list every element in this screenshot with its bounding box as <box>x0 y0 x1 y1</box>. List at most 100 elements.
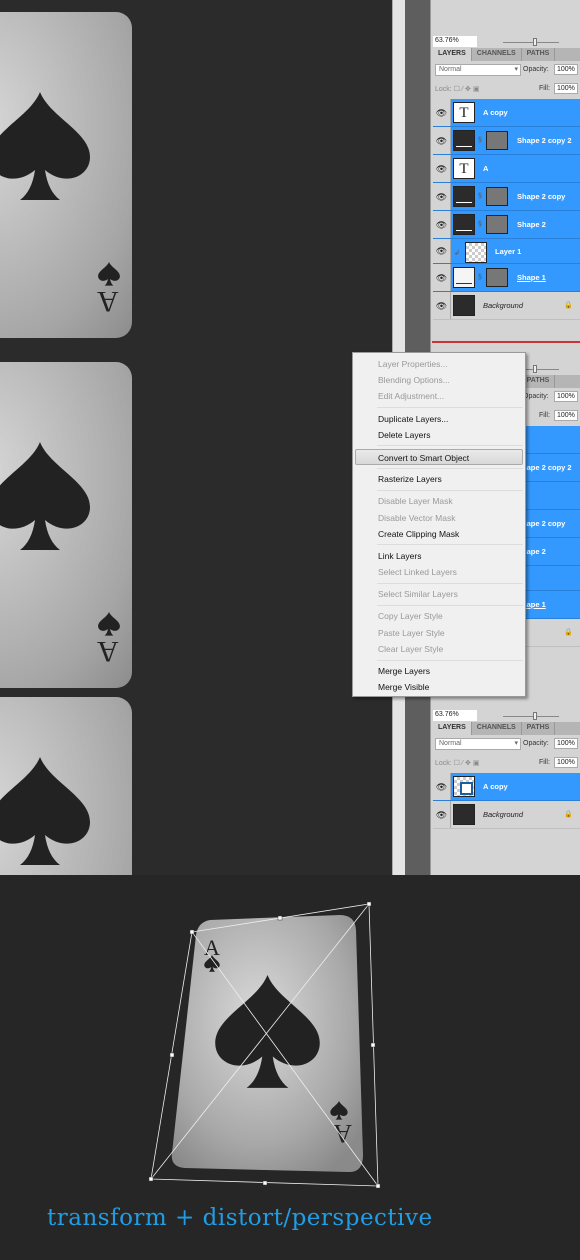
blend-mode-select[interactable]: Normal▾ <box>435 738 521 750</box>
vertical-scrollbar[interactable] <box>392 0 405 345</box>
layers-list: 👁 A copy 👁 Background 🔒 <box>433 773 580 829</box>
eye-icon[interactable]: 👁 <box>433 801 451 828</box>
menu-separator <box>377 467 523 469</box>
menu-item-disable-vector-mask[interactable]: Disable Vector Mask <box>353 510 525 526</box>
layer-name[interactable]: Layer 1 <box>495 239 521 264</box>
eye-icon[interactable]: 👁 <box>433 99 451 126</box>
tab-channels[interactable]: CHANNELS <box>472 722 522 735</box>
menu-item-blending-options[interactable]: Blending Options... <box>353 372 525 388</box>
card-rank-bottom: A <box>333 1119 352 1148</box>
layer-row[interactable]: 👁TA <box>433 155 580 183</box>
opacity-field[interactable]: 100% <box>554 738 578 749</box>
menu-item-copy-layer-style[interactable]: Copy Layer Style <box>353 608 525 624</box>
caption: transform + distort/perspective <box>47 1205 433 1231</box>
transform-handle[interactable] <box>370 1042 376 1048</box>
menu-item-create-clipping-mask[interactable]: Create Clipping Mask <box>353 526 525 542</box>
layer-name[interactable]: Shape 2 <box>517 211 546 239</box>
layer-name[interactable]: Background <box>483 801 523 829</box>
vertical-scrollbar[interactable] <box>392 697 405 875</box>
transform-handle[interactable] <box>189 929 195 935</box>
zoom-slider-handle[interactable] <box>533 38 537 46</box>
layer-name[interactable]: A copy <box>483 773 508 801</box>
tab-layers[interactable]: LAYERS <box>433 722 472 735</box>
transform-handle[interactable] <box>148 1176 154 1182</box>
layer-thumbnail <box>453 267 475 288</box>
tab-layers[interactable]: LAYERS <box>433 48 472 61</box>
menu-item-duplicate-layers[interactable]: Duplicate Layers... <box>353 411 525 427</box>
eye-icon[interactable]: 👁 <box>433 239 451 263</box>
layer-name[interactable]: Shape 2 copy 2 <box>517 127 572 155</box>
fill-field[interactable]: 100% <box>554 83 578 94</box>
layer-row[interactable]: 👁 § Shape 2 copy 2 <box>433 127 580 155</box>
zoom-field[interactable]: 63.76% <box>433 36 477 47</box>
transform-handle[interactable] <box>277 915 283 921</box>
eye-icon[interactable]: 👁 <box>433 292 451 319</box>
layer-row[interactable]: 👁 Background 🔒 <box>433 292 580 320</box>
panel-tabs: LAYERSCHANNELSPATHS <box>433 722 580 735</box>
layer-row[interactable]: 👁 § Shape 1 <box>433 264 580 292</box>
menu-item-disable-layer-mask[interactable]: Disable Layer Mask <box>353 493 525 509</box>
layer-row[interactable]: 👁 § Shape 2 <box>433 211 580 239</box>
transform-handle[interactable] <box>366 901 372 907</box>
layer-row[interactable]: 👁↲ Layer 1 <box>433 239 580 264</box>
gutter <box>405 697 430 875</box>
layer-row[interactable]: 👁 § Shape 2 copy <box>433 183 580 211</box>
eye-icon[interactable]: 👁 <box>433 211 451 238</box>
menu-item-merge-layers[interactable]: Merge Layers <box>353 663 525 679</box>
tab-paths[interactable]: PATHS <box>522 48 556 61</box>
blend-mode-select[interactable]: Normal▾ <box>435 64 521 76</box>
menu-item-edit-adjustment[interactable]: Edit Adjustment... <box>353 388 525 404</box>
layer-name[interactable]: Background <box>483 292 523 320</box>
zoom-slider[interactable] <box>503 42 559 43</box>
eye-icon[interactable]: 👁 <box>433 183 451 210</box>
layer-thumbnail <box>453 295 475 316</box>
link-icon: § <box>478 137 482 144</box>
tab-paths[interactable]: PATHS <box>522 722 556 735</box>
layer-name[interactable]: A <box>483 155 488 183</box>
layer-name[interactable]: Shape 2 copy <box>517 183 565 211</box>
eye-icon[interactable]: 👁 <box>433 155 451 182</box>
layer-row[interactable]: 👁 Background 🔒 <box>433 801 580 829</box>
opacity-field[interactable]: 100% <box>554 391 578 402</box>
zoom-slider-handle[interactable] <box>533 365 537 373</box>
menu-item-merge-visible[interactable]: Merge Visible <box>353 679 525 695</box>
layer-name[interactable]: A copy <box>483 99 508 127</box>
vector-mask-thumbnail <box>486 131 508 150</box>
navigator-zoom-bar: 63.76% <box>433 710 580 722</box>
layer-thumbnail <box>453 776 475 797</box>
menu-item-select-linked-layers[interactable]: Select Linked Layers <box>353 564 525 580</box>
opacity-field[interactable]: 100% <box>554 64 578 75</box>
eye-icon[interactable]: 👁 <box>433 773 451 800</box>
transform-handle[interactable] <box>262 1180 268 1186</box>
eye-icon[interactable]: 👁 <box>433 264 451 291</box>
transform-handle[interactable] <box>169 1052 175 1058</box>
layer-row[interactable]: 👁 A copy <box>433 773 580 801</box>
menu-item-rasterize-layers[interactable]: Rasterize Layers <box>353 471 525 487</box>
zoom-slider-handle[interactable] <box>533 712 537 720</box>
menu-separator <box>377 604 523 606</box>
layer-row[interactable]: 👁T A copy <box>433 99 580 127</box>
menu-item-convert-to-smart-object[interactable]: Convert to Smart Object <box>355 448 523 466</box>
menu-item-paste-layer-style[interactable]: Paste Layer Style <box>353 625 525 641</box>
fill-field[interactable]: 100% <box>554 757 578 768</box>
menu-item-select-similar-layers[interactable]: Select Similar Layers <box>353 586 525 602</box>
layer-name[interactable]: Shape 1 <box>517 264 546 292</box>
small-spade-icon <box>98 612 120 636</box>
menu-separator <box>377 489 523 491</box>
menu-item-delete-layers[interactable]: Delete Layers <box>353 427 525 443</box>
eye-icon[interactable]: 👁 <box>433 127 451 154</box>
opacity-label: Opacity: <box>523 740 549 747</box>
transform-handle[interactable] <box>375 1183 381 1189</box>
menu-item-clear-layer-style[interactable]: Clear Layer Style <box>353 641 525 657</box>
tab-channels[interactable]: CHANNELS <box>472 48 522 61</box>
menu-separator <box>377 445 523 447</box>
lock-icon: 🔒 <box>564 629 573 636</box>
zoom-field[interactable]: 63.76% <box>433 710 477 721</box>
fill-field[interactable]: 100% <box>554 410 578 421</box>
menu-item-layer-properties[interactable]: Layer Properties... <box>353 356 525 372</box>
tab-paths[interactable]: PATHS <box>522 375 556 388</box>
layers-panel: 63.76%LAYERSCHANNELSPATHSNormal▾Opacity:… <box>430 697 580 875</box>
layer-thumbnail <box>453 804 475 825</box>
menu-item-link-layers[interactable]: Link Layers <box>353 548 525 564</box>
zoom-slider[interactable] <box>503 716 559 717</box>
